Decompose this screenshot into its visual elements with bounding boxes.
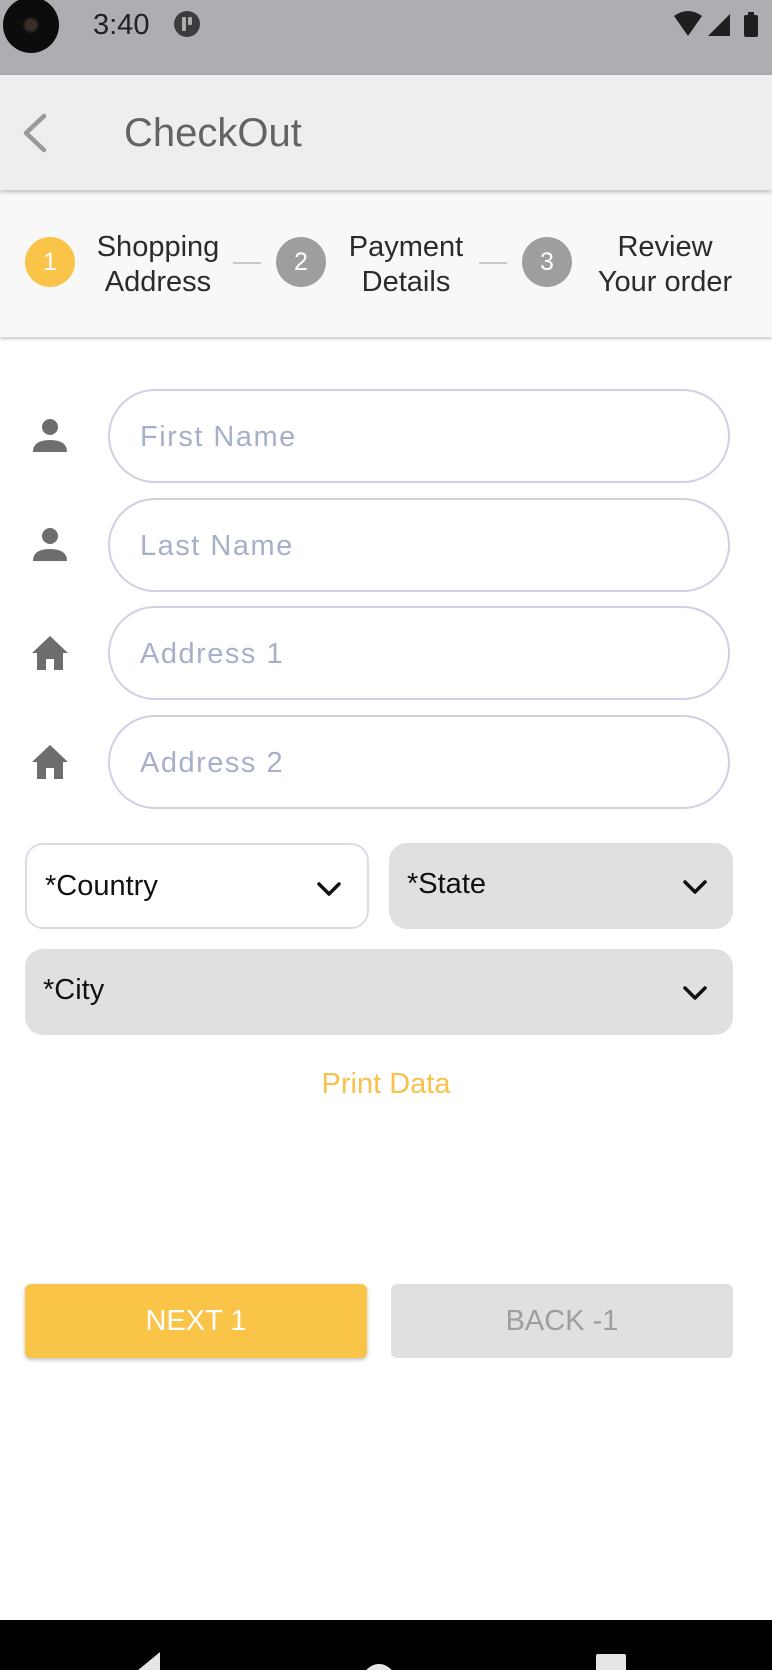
state-dropdown[interactable]: *State xyxy=(389,843,733,929)
last-name-field[interactable] xyxy=(108,498,730,592)
person-icon xyxy=(33,528,67,561)
country-dropdown-label: *Country xyxy=(45,870,158,902)
home-icon xyxy=(32,636,68,670)
address1-input[interactable] xyxy=(138,608,702,700)
step-1-label[interactable]: Shopping Address xyxy=(88,230,228,300)
last-name-input[interactable] xyxy=(138,500,702,592)
city-dropdown[interactable]: *City xyxy=(25,949,733,1035)
system-nav-bar xyxy=(0,1620,772,1670)
country-dropdown[interactable]: *Country xyxy=(25,843,369,929)
address2-input[interactable] xyxy=(138,717,702,809)
chevron-left-icon[interactable] xyxy=(14,110,60,156)
chevron-down-icon xyxy=(317,882,341,896)
step-1-circle[interactable]: 1 xyxy=(25,237,75,287)
print-data-link[interactable]: Print Data xyxy=(0,1068,772,1101)
chevron-down-icon xyxy=(683,880,707,894)
status-bar: 3:40 xyxy=(0,0,772,75)
wifi-icon xyxy=(674,11,702,36)
person-icon xyxy=(33,419,67,452)
address1-field[interactable] xyxy=(108,606,730,700)
nav-recents-icon xyxy=(596,1654,626,1670)
back-button[interactable]: BACK -1 xyxy=(391,1284,733,1358)
step-3-label[interactable]: Review Your order xyxy=(586,230,744,300)
step-2-circle[interactable]: 2 xyxy=(276,237,326,287)
status-time: 3:40 xyxy=(93,9,150,41)
camera-dot-icon xyxy=(3,0,59,53)
nav-back-icon xyxy=(138,1652,160,1670)
nav-buttons xyxy=(138,1652,626,1670)
step-connector xyxy=(233,262,261,264)
step-2-label[interactable]: Payment Details xyxy=(340,230,472,300)
address2-field[interactable] xyxy=(108,715,730,809)
city-dropdown-label: *City xyxy=(43,974,105,1006)
next-button[interactable]: NEXT 1 xyxy=(25,1284,367,1358)
step-connector xyxy=(479,262,507,264)
cell-signal-icon xyxy=(708,14,730,36)
nav-home-icon xyxy=(366,1664,392,1670)
chevron-down-icon xyxy=(683,986,707,1000)
app-bar: CheckOut xyxy=(0,75,772,190)
first-name-field[interactable] xyxy=(108,389,730,483)
app-notification-icon xyxy=(174,11,200,37)
system-status-icons xyxy=(674,11,758,37)
home-icon xyxy=(32,745,68,779)
battery-icon xyxy=(744,12,758,37)
first-name-input[interactable] xyxy=(138,391,702,483)
state-dropdown-label: *State xyxy=(407,868,486,900)
page-title: CheckOut xyxy=(124,111,302,155)
step-3-circle[interactable]: 3 xyxy=(522,237,572,287)
checkout-stepper: 1 Shopping Address 2 Payment Details 3 R… xyxy=(0,191,772,337)
